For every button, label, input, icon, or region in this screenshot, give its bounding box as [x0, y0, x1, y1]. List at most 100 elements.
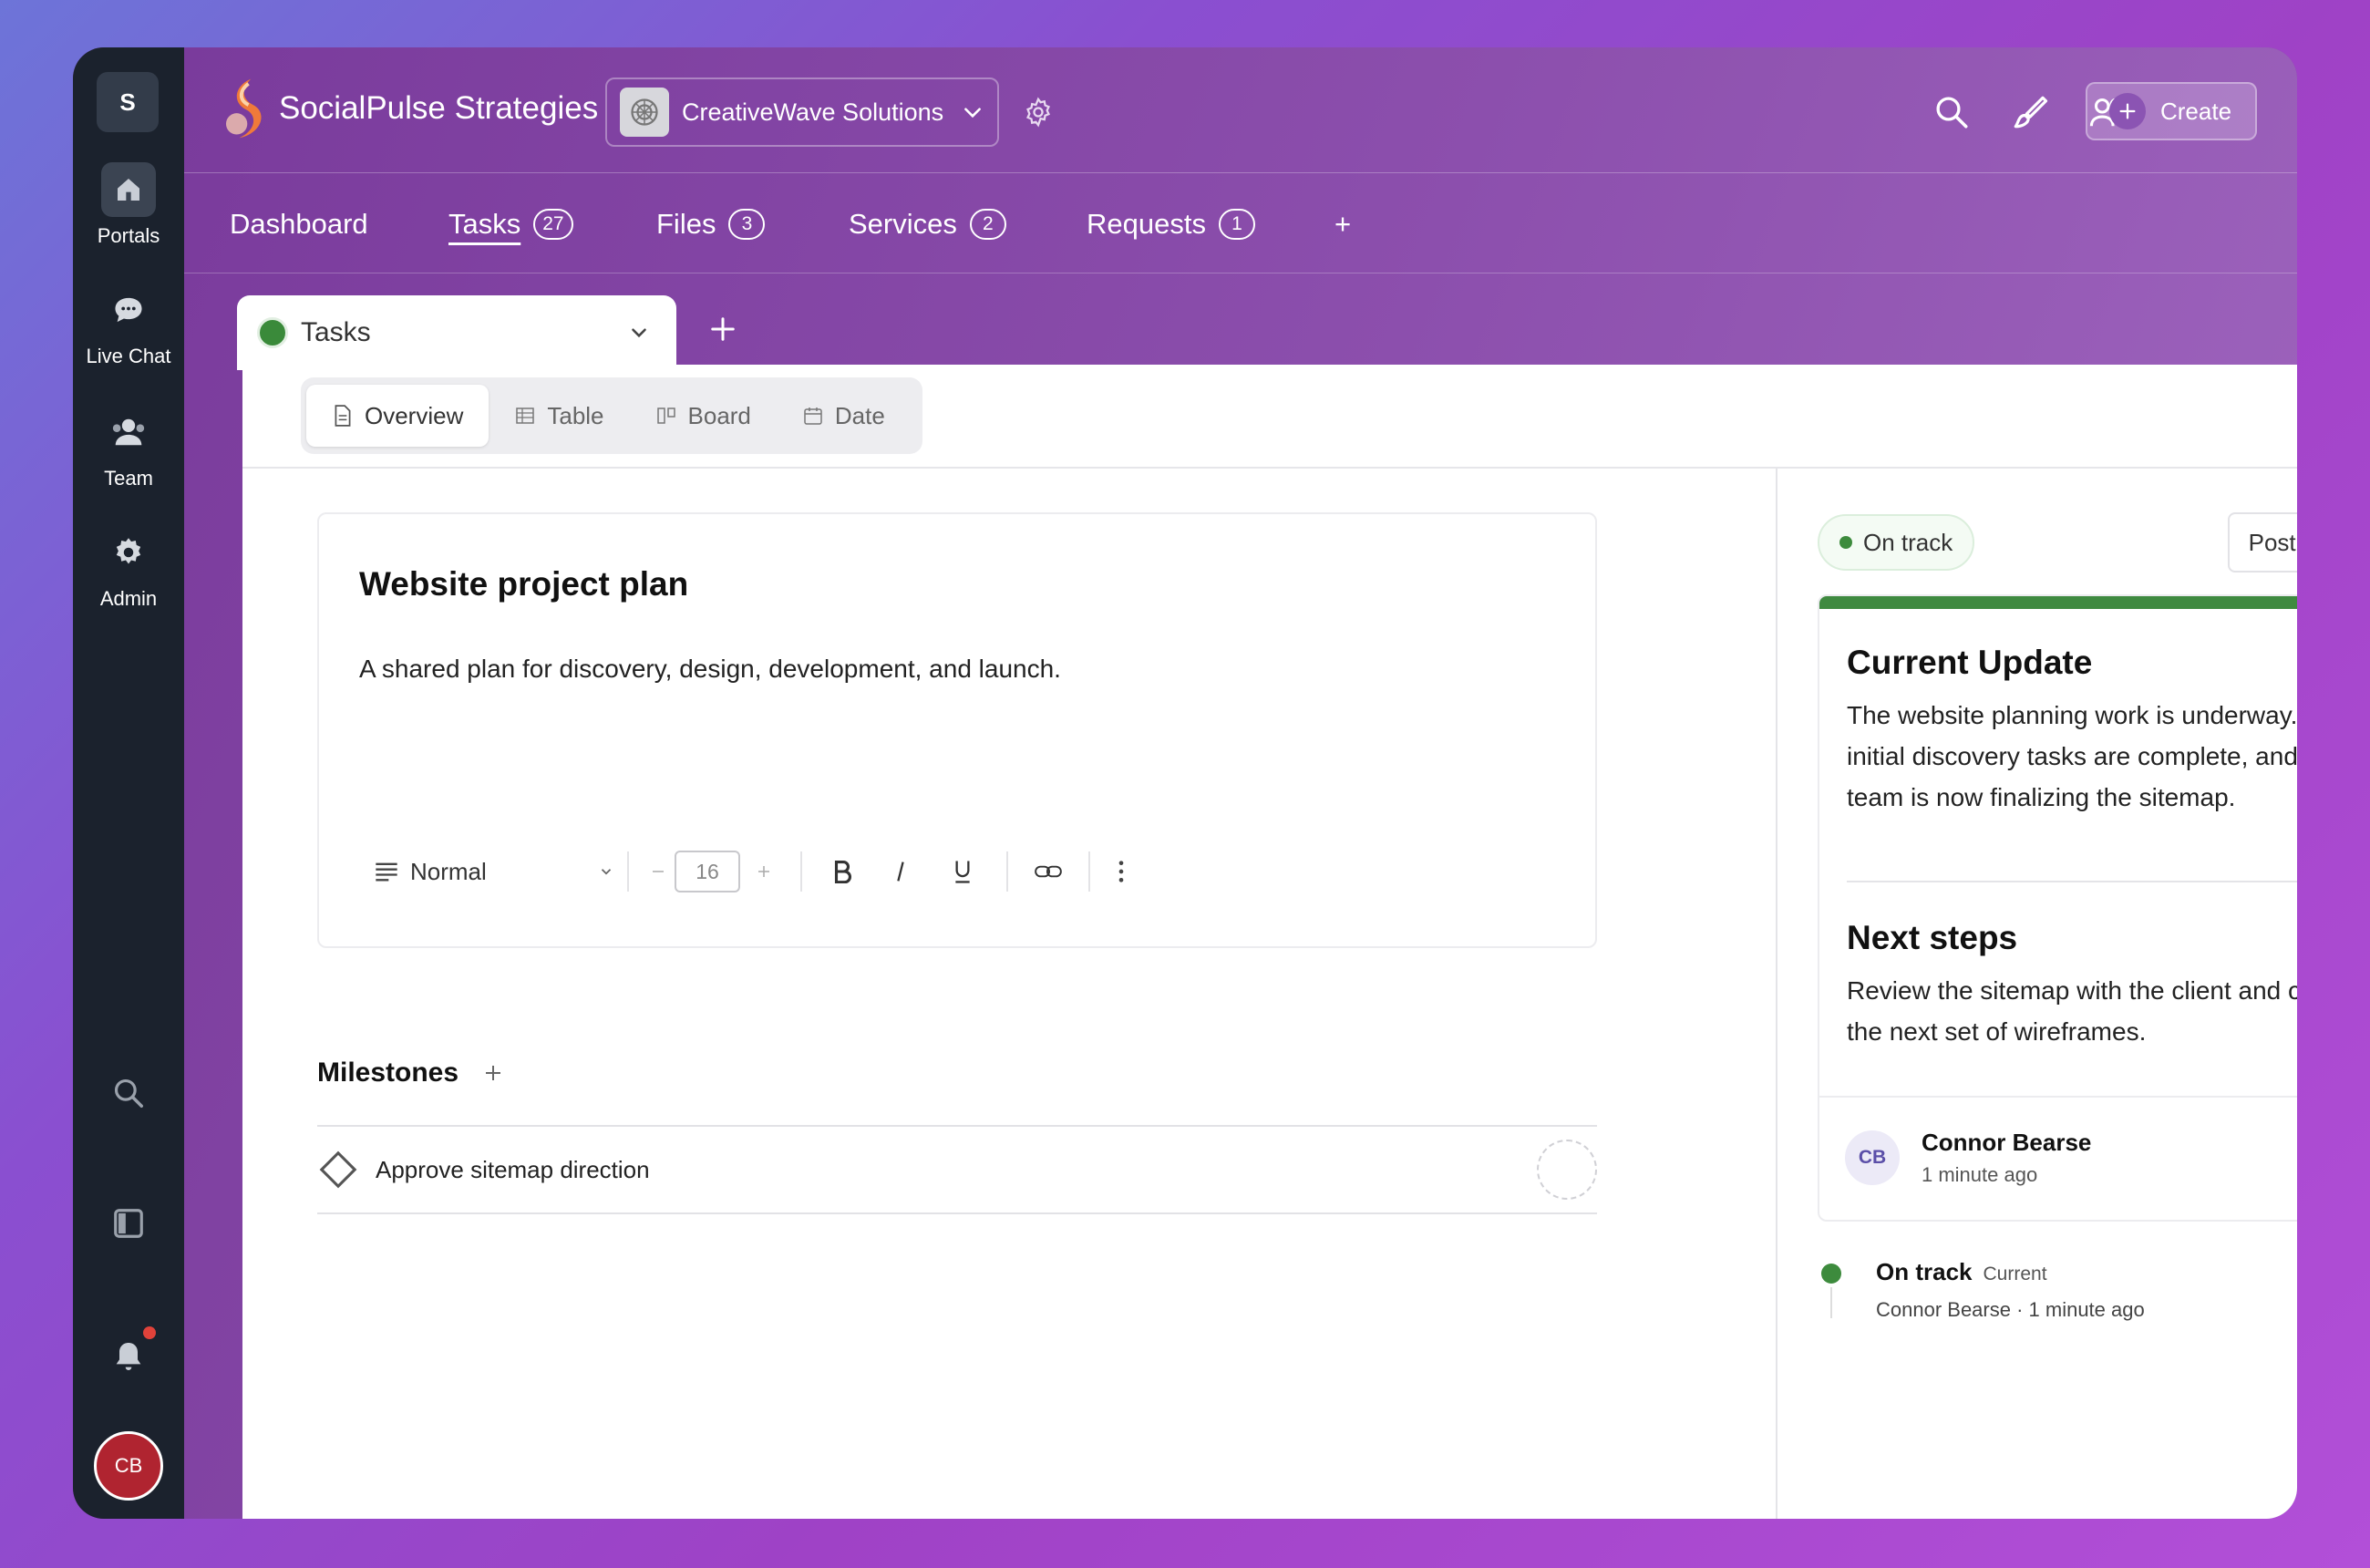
- chevron-down-icon[interactable]: [627, 321, 651, 345]
- post-update-button[interactable]: Post update: [2228, 512, 2297, 573]
- add-milestone-icon[interactable]: [482, 1062, 504, 1084]
- create-button[interactable]: Create: [2086, 82, 2257, 140]
- subtab-label: Board: [687, 401, 751, 429]
- board-icon: [656, 407, 675, 424]
- format-toolbar: Normal 16: [374, 850, 1139, 893]
- status-badge[interactable]: On track: [1818, 514, 1975, 571]
- user-avatar[interactable]: CB: [94, 1431, 163, 1501]
- tab-tasks[interactable]: Tasks 27: [448, 208, 573, 241]
- more-options-button[interactable]: [1103, 850, 1139, 893]
- subtab-table[interactable]: Table: [489, 385, 629, 447]
- sidebar-item-portals[interactable]: Portals: [73, 162, 184, 248]
- history-title: On track Current: [1876, 1258, 2047, 1286]
- search-icon[interactable]: [101, 1066, 156, 1120]
- nav-bar: Dashboard Tasks 27 Files 3 Services 2 Re…: [184, 173, 2297, 273]
- next-steps-text: Review the sitemap with the client and c…: [1847, 976, 2297, 1046]
- sidebar-item-admin[interactable]: Admin: [73, 525, 184, 611]
- team-icon: [101, 405, 156, 459]
- author-name: Connor Bearse: [1922, 1129, 2092, 1156]
- sidebar-item-live-chat[interactable]: Live Chat: [73, 283, 184, 368]
- top-bar: SocialPulse Strategies CreativeWave Solu…: [184, 47, 2297, 173]
- milestone-label: Approve sitemap direction: [376, 1155, 650, 1183]
- doc-description[interactable]: A shared plan for discovery, design, dev…: [359, 655, 1061, 684]
- view-tab-tasks[interactable]: Tasks: [237, 295, 676, 370]
- more-vertical-icon: [1118, 861, 1124, 882]
- next-steps-heading: Next steps: [1847, 919, 2018, 956]
- history-status: On track: [1876, 1258, 1973, 1285]
- app-window: S Portals Live Chat Team Admin CB Social…: [73, 47, 2297, 1519]
- column-divider: [1776, 469, 1778, 1519]
- underline-icon: [955, 861, 970, 883]
- bold-icon: [834, 861, 851, 883]
- count-badge: 27: [533, 209, 573, 240]
- tab-files[interactable]: Files 3: [656, 208, 766, 241]
- workspace-switcher[interactable]: S: [97, 72, 159, 132]
- brand-logo-icon: [225, 78, 262, 139]
- tab-services[interactable]: Services 2: [849, 208, 1006, 241]
- count-badge: 2: [969, 209, 1006, 240]
- minus-icon: [653, 871, 664, 872]
- client-logo-icon: [620, 88, 669, 137]
- client-selector[interactable]: CreativeWave Solutions: [605, 77, 999, 147]
- search-icon[interactable]: [1929, 89, 1974, 135]
- tab-label: Files: [656, 208, 716, 240]
- underline-button[interactable]: [932, 850, 994, 893]
- avatar: CB: [1845, 1130, 1900, 1185]
- increase-size-button[interactable]: [740, 850, 788, 893]
- calendar-icon: [804, 407, 822, 425]
- current-tag: Current: [1983, 1264, 2047, 1284]
- font-size-input[interactable]: 16: [675, 851, 740, 892]
- plus-icon: [2109, 93, 2146, 129]
- count-badge: 3: [728, 209, 766, 240]
- sidebar-item-label: Admin: [99, 587, 158, 610]
- timeline-line: [1830, 1287, 1832, 1318]
- diamond-icon[interactable]: [317, 1149, 359, 1191]
- subtab-date[interactable]: Date: [777, 385, 911, 447]
- view-switcher: Overview Table Board Date: [301, 377, 922, 454]
- subtab-overview[interactable]: Overview: [306, 385, 489, 447]
- description-card[interactable]: Website project plan A shared plan for d…: [317, 512, 1597, 948]
- tab-requests[interactable]: Requests 1: [1087, 208, 1255, 241]
- add-tab-label: +: [1334, 208, 1352, 240]
- text-style-select[interactable]: Normal: [374, 850, 614, 893]
- content-panel: Overview Table Board Date Website projec…: [242, 365, 2297, 1519]
- add-tab-button[interactable]: +: [1334, 208, 1351, 241]
- panel-toggle-icon[interactable]: [101, 1196, 156, 1251]
- brand[interactable]: SocialPulse Strategies: [222, 77, 598, 140]
- milestone-item[interactable]: Approve sitemap direction: [317, 1125, 1597, 1214]
- document-icon: [335, 405, 351, 427]
- status-dot: [1821, 1264, 1841, 1284]
- tab-label: Dashboard: [230, 208, 368, 240]
- divider: [1006, 851, 1008, 892]
- sidebar-item-label: Live Chat: [86, 345, 171, 367]
- main-area: SocialPulse Strategies CreativeWave Solu…: [184, 47, 2297, 1519]
- status-dot: [1839, 536, 1852, 549]
- brand-name: SocialPulse Strategies: [279, 90, 599, 126]
- chat-icon: [101, 283, 156, 337]
- add-view-button[interactable]: [700, 306, 746, 352]
- assignee-placeholder[interactable]: [1537, 1140, 1597, 1200]
- gear-icon: [101, 525, 156, 580]
- sidebar-item-team[interactable]: Team: [73, 405, 184, 490]
- bold-button[interactable]: [815, 850, 870, 893]
- update-author-row: CB Connor Bearse 1 minute ago: [1819, 1096, 2297, 1220]
- chevron-down-icon: [964, 108, 981, 119]
- subtab-board[interactable]: Board: [630, 385, 777, 447]
- divider: [800, 851, 802, 892]
- divider: [242, 467, 2297, 469]
- current-update-text: The website planning work is underway. T…: [1847, 701, 2297, 811]
- settings-icon[interactable]: [1015, 89, 1061, 135]
- plus-icon: [711, 317, 735, 341]
- milestones-header: Milestones: [317, 1057, 504, 1088]
- doc-title[interactable]: Website project plan: [359, 565, 688, 603]
- link-button[interactable]: [1021, 850, 1076, 893]
- italic-button[interactable]: [870, 850, 932, 893]
- home-icon: [101, 162, 156, 217]
- tab-dashboard[interactable]: Dashboard: [230, 208, 368, 241]
- sidebar: S Portals Live Chat Team Admin CB: [73, 47, 184, 1519]
- decrease-size-button[interactable]: [642, 850, 675, 893]
- status-label: On track: [1863, 528, 1953, 556]
- brush-icon[interactable]: [2007, 89, 2053, 135]
- subtab-label: Overview: [365, 401, 464, 429]
- status-dot: [257, 317, 288, 348]
